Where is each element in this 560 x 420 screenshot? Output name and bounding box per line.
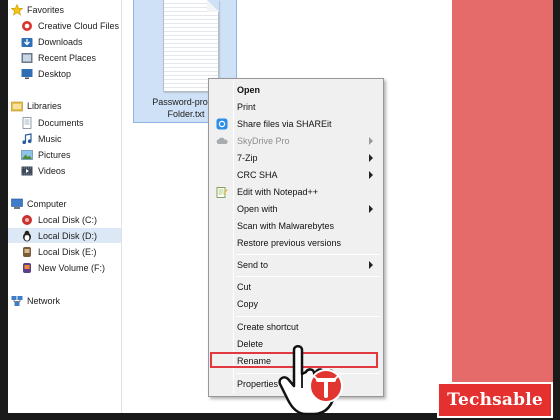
submenu-arrow-icon (369, 171, 373, 179)
nav-item-documents[interactable]: Documents (21, 115, 134, 130)
pictures-icon (21, 149, 33, 161)
nav-label: Libraries (27, 100, 62, 111)
nav-label: Favorites (27, 4, 65, 15)
desktop-icon (21, 68, 33, 80)
nav-favorites[interactable]: Favorites (11, 2, 124, 17)
nav-item-creative-cloud-files[interactable]: Creative Cloud Files (21, 18, 134, 33)
shareit-icon (216, 118, 228, 130)
nav-item-music[interactable]: Music (21, 131, 134, 146)
drive-c-icon (21, 214, 33, 226)
nav-label: New Volume (F:) (38, 262, 106, 273)
navigation-pane: Favorites Creative Cloud Files Downloads… (8, 0, 122, 413)
menu-item-share-shareit[interactable]: Share files via SHAREit (211, 116, 381, 132)
menu-item-create-shortcut[interactable]: Create shortcut (211, 319, 381, 335)
menu-item-crc-sha[interactable]: CRC SHA (211, 167, 381, 183)
menu-item-restore-previous-versions[interactable]: Restore previous versions (211, 235, 381, 251)
nav-item-drive-d[interactable]: Local Disk (D:) (8, 228, 121, 243)
techsable-watermark: Techsable (437, 382, 553, 418)
nav-libraries[interactable]: Libraries (11, 98, 124, 113)
menu-item-open-with[interactable]: Open with (211, 201, 381, 217)
recent-places-icon (21, 52, 33, 64)
menu-item-edit-notepad-plus-plus[interactable]: Edit with Notepad++ (211, 184, 381, 200)
menu-item-print[interactable]: Print (211, 99, 381, 115)
downloads-folder-icon (21, 36, 33, 48)
nav-label: Recent Places (38, 52, 97, 63)
creative-cloud-icon (21, 20, 33, 32)
nav-item-recent-places[interactable]: Recent Places (21, 50, 134, 65)
nav-label: Local Disk (C:) (38, 214, 98, 225)
documents-icon (21, 116, 33, 129)
nav-item-drive-f[interactable]: New Volume (F:) (21, 260, 134, 275)
notepad-plus-plus-icon (216, 186, 228, 198)
menu-separator (236, 276, 380, 277)
menu-item-cut[interactable]: Cut (211, 279, 381, 295)
menu-item-skydrive-pro: SkyDrive Pro (211, 133, 381, 149)
nav-label: Network (27, 295, 61, 306)
nav-item-videos[interactable]: Videos (21, 163, 134, 178)
music-icon (21, 132, 33, 145)
nav-label: Computer (27, 198, 67, 209)
submenu-arrow-icon (369, 154, 373, 162)
nav-label: Local Disk (D:) (38, 230, 98, 241)
submenu-arrow-icon (369, 137, 373, 145)
nav-computer[interactable]: Computer (11, 196, 124, 211)
submenu-arrow-icon (369, 205, 373, 213)
nav-label: Videos (38, 165, 66, 176)
nav-item-pictures[interactable]: Pictures (21, 147, 134, 162)
computer-icon (11, 198, 23, 210)
nav-label: Music (38, 133, 62, 144)
drive-d-icon (21, 230, 33, 242)
menu-item-send-to[interactable]: Send to (211, 257, 381, 273)
nav-label: Documents (38, 117, 84, 128)
menu-item-scan-malwarebytes[interactable]: Scan with Malwarebytes (211, 218, 381, 234)
hand-pointer-icon (278, 345, 343, 416)
nav-network[interactable]: Network (11, 293, 124, 308)
menu-item-copy[interactable]: Copy (211, 296, 381, 312)
submenu-arrow-icon (369, 261, 373, 269)
nav-label: Desktop (38, 68, 72, 79)
nav-item-desktop[interactable]: Desktop (21, 66, 134, 81)
drive-f-icon (21, 262, 33, 274)
menu-separator (236, 254, 380, 255)
network-icon (11, 295, 23, 307)
nav-item-drive-e[interactable]: Local Disk (E:) (21, 244, 134, 259)
nav-label: Creative Cloud Files (38, 20, 120, 31)
menu-item-open[interactable]: Open (211, 82, 381, 98)
menu-separator (236, 316, 380, 317)
nav-label: Downloads (38, 36, 83, 47)
libraries-icon (11, 100, 23, 112)
skydrive-icon (216, 135, 228, 147)
nav-item-drive-c[interactable]: Local Disk (C:) (21, 212, 134, 227)
drive-e-icon (21, 246, 33, 258)
menu-item-7zip[interactable]: 7-Zip (211, 150, 381, 166)
accent-panel (452, 0, 553, 413)
nav-label: Local Disk (E:) (38, 246, 97, 257)
star-icon (11, 3, 23, 16)
videos-icon (21, 165, 33, 177)
nav-label: Pictures (38, 149, 71, 160)
nav-item-downloads[interactable]: Downloads (21, 34, 134, 49)
